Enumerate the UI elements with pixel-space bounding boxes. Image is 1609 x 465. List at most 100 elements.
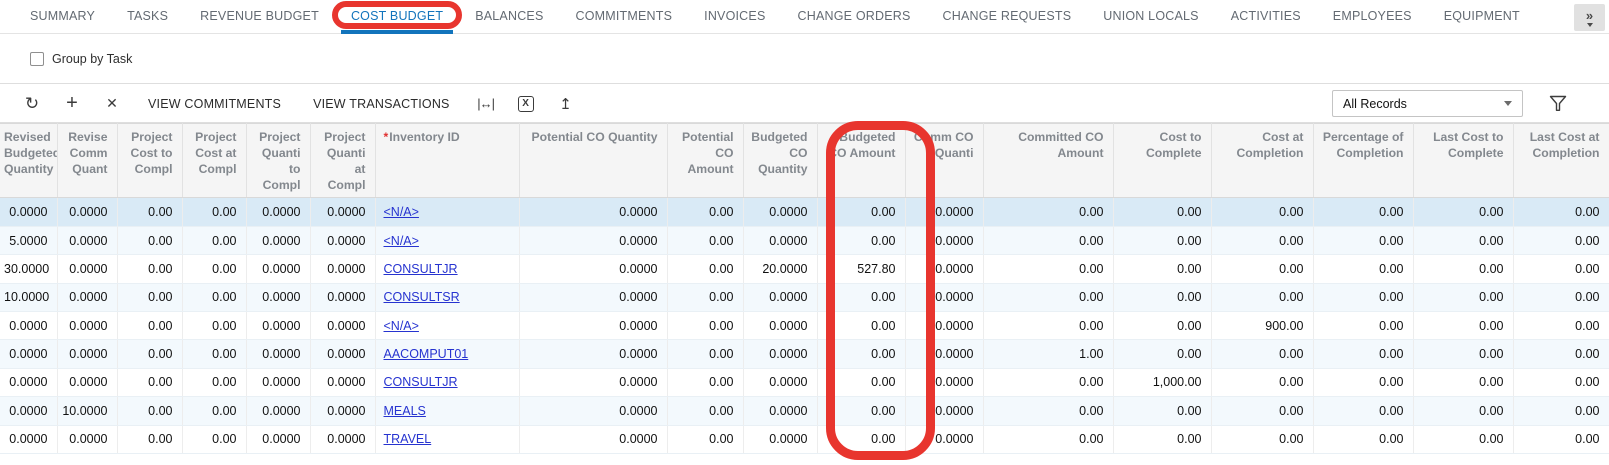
cell[interactable]: 0.0000 bbox=[519, 397, 667, 425]
column-header-project-quanti-to-compl[interactable]: Project Quanti to Compl bbox=[246, 124, 310, 198]
cell[interactable]: 10.0000 bbox=[0, 283, 57, 311]
cell[interactable]: CONSULTJR bbox=[375, 368, 519, 396]
cell[interactable]: 0.00 bbox=[667, 425, 743, 453]
cell[interactable]: 0.0000 bbox=[0, 368, 57, 396]
tab-change-requests[interactable]: CHANGE REQUESTS bbox=[927, 0, 1088, 34]
export-to-excel-button[interactable]: X bbox=[506, 89, 546, 119]
cell[interactable]: 0.0000 bbox=[743, 226, 817, 254]
cell[interactable]: 0.00 bbox=[1313, 312, 1413, 340]
cell[interactable]: 0.00 bbox=[1413, 425, 1513, 453]
cell[interactable]: 0.00 bbox=[117, 340, 182, 368]
cell[interactable]: 0.00 bbox=[983, 283, 1113, 311]
cell[interactable]: 0.0000 bbox=[743, 198, 817, 226]
cell[interactable]: 0.00 bbox=[1513, 198, 1609, 226]
cell[interactable]: 0.00 bbox=[182, 226, 246, 254]
tab-invoices[interactable]: INVOICES bbox=[688, 0, 781, 34]
cell[interactable]: 0.00 bbox=[1413, 312, 1513, 340]
cell[interactable]: 0.00 bbox=[1313, 255, 1413, 283]
column-header-project-cost-at-compl[interactable]: Project Cost at Compl bbox=[182, 124, 246, 198]
cell[interactable]: 0.0000 bbox=[246, 226, 310, 254]
cell[interactable]: 0.0000 bbox=[310, 397, 375, 425]
cell[interactable]: 0.00 bbox=[117, 425, 182, 453]
cell[interactable]: 0.0000 bbox=[0, 425, 57, 453]
cell[interactable]: 0.00 bbox=[117, 255, 182, 283]
delete-row-button[interactable]: ✕ bbox=[92, 89, 132, 119]
tab-balances[interactable]: BALANCES bbox=[459, 0, 559, 34]
cell[interactable]: <N/A> bbox=[375, 312, 519, 340]
cell[interactable]: 0.0000 bbox=[743, 283, 817, 311]
tab-change-orders[interactable]: CHANGE ORDERS bbox=[781, 0, 926, 34]
cell[interactable]: 0.00 bbox=[1413, 198, 1513, 226]
cell[interactable]: 0.00 bbox=[667, 312, 743, 340]
cell[interactable]: 0.00 bbox=[1313, 397, 1413, 425]
column-header-potential-co-amount[interactable]: Potential CO Amount bbox=[667, 124, 743, 198]
cell[interactable]: 0.0000 bbox=[905, 198, 983, 226]
records-filter-dropdown[interactable]: All Records bbox=[1332, 90, 1523, 117]
cell[interactable]: 0.0000 bbox=[0, 198, 57, 226]
cell[interactable]: 0.0000 bbox=[310, 340, 375, 368]
cell[interactable]: 0.00 bbox=[1313, 368, 1413, 396]
column-header-revise-comm-quant[interactable]: Revise Comm Quant bbox=[57, 124, 117, 198]
cell[interactable]: 0.00 bbox=[1413, 397, 1513, 425]
cell[interactable]: 0.00 bbox=[1513, 226, 1609, 254]
cell[interactable]: 0.00 bbox=[1113, 283, 1211, 311]
cell[interactable]: 0.00 bbox=[117, 397, 182, 425]
cell[interactable]: 0.00 bbox=[1113, 312, 1211, 340]
cell[interactable]: 0.00 bbox=[1113, 255, 1211, 283]
cell[interactable]: 10.0000 bbox=[57, 397, 117, 425]
cell[interactable]: 0.00 bbox=[1313, 198, 1413, 226]
cell[interactable]: 0.00 bbox=[1211, 340, 1313, 368]
cell[interactable]: 0.0000 bbox=[246, 312, 310, 340]
cell[interactable]: 0.0000 bbox=[57, 198, 117, 226]
inventory-link[interactable]: CONSULTSR bbox=[384, 290, 460, 304]
cell[interactable]: 0.00 bbox=[182, 283, 246, 311]
cell[interactable]: 0.00 bbox=[117, 198, 182, 226]
cell[interactable]: 0.00 bbox=[117, 368, 182, 396]
cell[interactable]: TRAVEL bbox=[375, 425, 519, 453]
cell[interactable]: 0.00 bbox=[1513, 340, 1609, 368]
cell[interactable]: 0.00 bbox=[182, 198, 246, 226]
cell[interactable]: 0.00 bbox=[1313, 425, 1413, 453]
cell[interactable]: 0.0000 bbox=[743, 397, 817, 425]
add-row-button[interactable]: + bbox=[52, 89, 92, 119]
cell[interactable]: MEALS bbox=[375, 397, 519, 425]
cell[interactable]: 0.00 bbox=[1413, 340, 1513, 368]
load-records-button[interactable]: ↥ bbox=[546, 89, 586, 119]
cell[interactable]: 0.0000 bbox=[905, 397, 983, 425]
column-header-revised-budgeted-quantity[interactable]: Revised Budgeted Quantity bbox=[0, 124, 57, 198]
column-header-inventory-id[interactable]: *Inventory ID bbox=[375, 124, 519, 198]
column-header-committed-co-amount[interactable]: Committed CO Amount bbox=[983, 124, 1113, 198]
cell[interactable]: CONSULTSR bbox=[375, 283, 519, 311]
column-header-project-quanti-at-compl[interactable]: Project Quanti at Compl bbox=[310, 124, 375, 198]
cell[interactable]: 0.00 bbox=[1211, 397, 1313, 425]
cell[interactable]: 0.00 bbox=[817, 425, 905, 453]
cell[interactable]: 0.00 bbox=[1513, 368, 1609, 396]
cell[interactable]: 0.0000 bbox=[57, 226, 117, 254]
cell[interactable]: 0.0000 bbox=[905, 340, 983, 368]
tab-activities[interactable]: ACTIVITIES bbox=[1215, 0, 1317, 34]
cell[interactable]: 0.00 bbox=[817, 226, 905, 254]
fit-to-width-button[interactable]: |↔| bbox=[466, 89, 506, 119]
cell[interactable]: 0.00 bbox=[1113, 397, 1211, 425]
cell[interactable]: 0.00 bbox=[817, 397, 905, 425]
column-header-cost-to-complete[interactable]: Cost to Complete bbox=[1113, 124, 1211, 198]
cell[interactable]: 0.0000 bbox=[57, 255, 117, 283]
cell[interactable]: 0.0000 bbox=[905, 368, 983, 396]
cell[interactable]: 0.0000 bbox=[743, 368, 817, 396]
column-header-budgeted-co-amount[interactable]: Budgeted CO Amount bbox=[817, 124, 905, 198]
cell[interactable]: <N/A> bbox=[375, 198, 519, 226]
cell[interactable]: 0.0000 bbox=[905, 283, 983, 311]
cell[interactable]: 0.00 bbox=[817, 368, 905, 396]
cell[interactable]: 0.0000 bbox=[743, 425, 817, 453]
cell[interactable]: 0.00 bbox=[1413, 368, 1513, 396]
cell[interactable]: 0.0000 bbox=[310, 198, 375, 226]
filter-settings-button[interactable] bbox=[1549, 95, 1567, 117]
cell[interactable]: 0.00 bbox=[117, 283, 182, 311]
cell[interactable]: 0.00 bbox=[1113, 198, 1211, 226]
column-header-percentage-of-completion[interactable]: Percentage of Completion bbox=[1313, 124, 1413, 198]
cell[interactable]: 0.00 bbox=[1113, 226, 1211, 254]
cell[interactable]: 0.00 bbox=[667, 255, 743, 283]
cell[interactable]: 1.00 bbox=[983, 340, 1113, 368]
cell[interactable]: 0.0000 bbox=[246, 283, 310, 311]
tab-employees[interactable]: EMPLOYEES bbox=[1317, 0, 1428, 34]
